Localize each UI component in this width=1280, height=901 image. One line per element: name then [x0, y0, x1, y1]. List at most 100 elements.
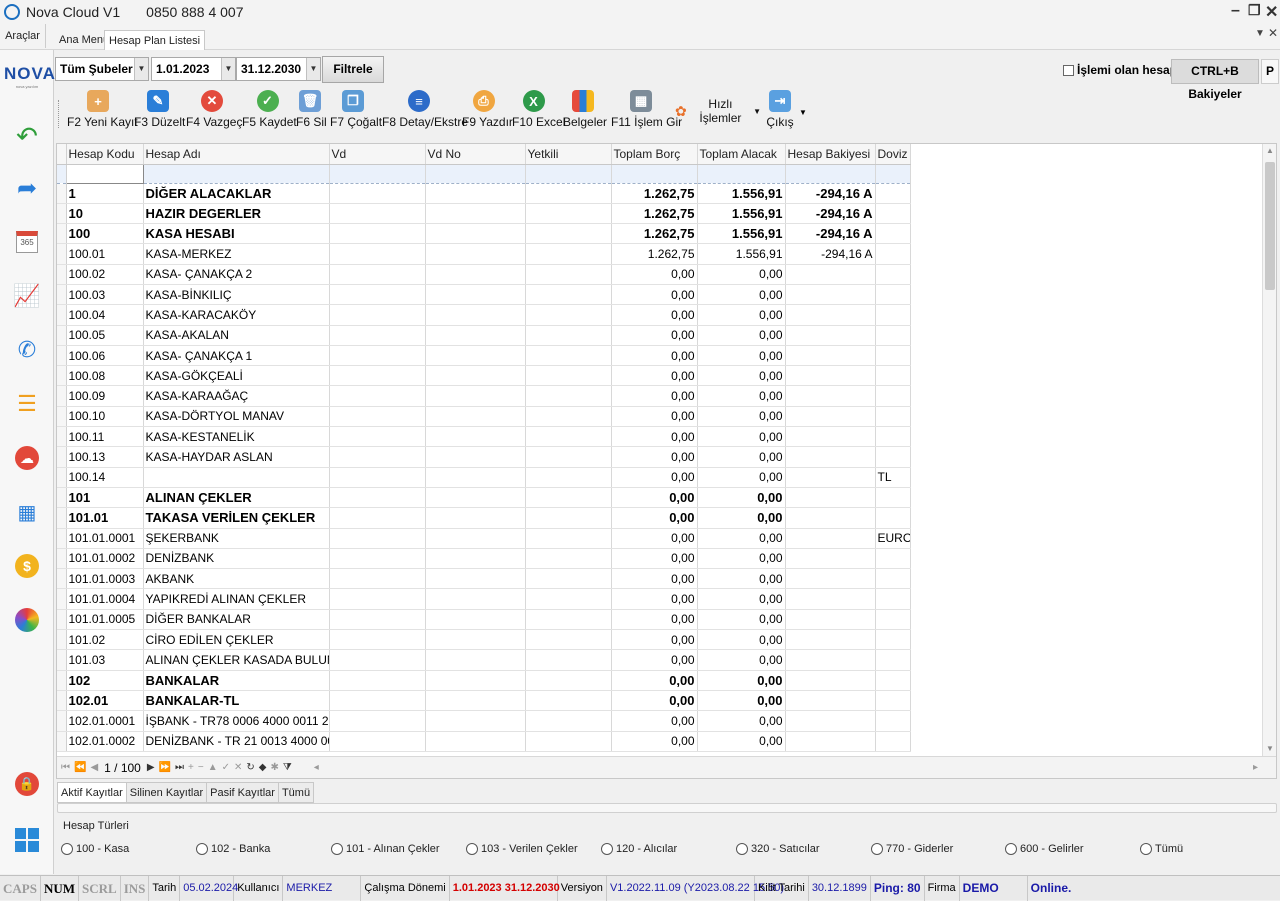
tab-aktif-kayitlar[interactable]: Aktif Kayıtlar [57, 782, 127, 803]
cell-hesap-bakiyesi[interactable] [785, 649, 876, 671]
filter-icon[interactable]: ⧩ [283, 762, 292, 773]
p-button[interactable]: P [1261, 59, 1279, 84]
cell-vd[interactable] [329, 365, 426, 387]
cell-hesap-bakiyesi[interactable] [785, 467, 876, 488]
cell-yetkili[interactable] [525, 731, 612, 752]
phone-24-icon[interactable]: ✆ [13, 336, 41, 364]
cell-toplam-borc[interactable]: 0,00 [611, 568, 698, 590]
cell-toplam-borc[interactable]: 0,00 [611, 345, 698, 367]
tab-hesap-plan-listesi[interactable]: Hesap Plan Listesi [104, 30, 206, 50]
cell-vd[interactable] [329, 629, 426, 651]
cell-yetkili[interactable] [525, 568, 612, 590]
cell-hesap-kodu[interactable]: 102 [66, 670, 144, 691]
cell-yetkili[interactable] [525, 588, 612, 610]
cell-vd[interactable] [329, 223, 426, 245]
cell-toplam-alacak[interactable]: 1.556,91 [697, 223, 786, 245]
cell-toplam-alacak[interactable]: 0,00 [697, 528, 786, 549]
cell-toplam-borc[interactable]: 0,00 [611, 528, 698, 549]
table-row[interactable]: 101.01.0003 AKBANK 0,00 0,00 [57, 568, 911, 590]
cell-hesap-adi[interactable]: ALINAN ÇEKLER KASADA BULUNDURULAN [143, 649, 330, 671]
cell-hesap-kodu[interactable]: 101.01 [66, 507, 144, 529]
detail-statement-button[interactable]: ≡ F8 Detay/Ekstre [382, 86, 468, 140]
cell-toplam-alacak[interactable]: 0,00 [697, 385, 786, 407]
cell-hesap-kodu[interactable]: 100.13 [66, 446, 144, 468]
cell-hesap-kodu[interactable]: 100.02 [66, 264, 144, 285]
araclar-menu[interactable]: Araçlar [0, 24, 46, 48]
cell-vd[interactable] [329, 203, 426, 225]
cell-doviz[interactable] [875, 568, 911, 590]
cell-hesap-adi[interactable] [143, 467, 330, 488]
cell-yetkili[interactable] [525, 629, 612, 651]
cell-toplam-alacak[interactable]: 1.556,91 [697, 243, 786, 265]
cell-vd-no[interactable] [425, 467, 526, 488]
cell-vd-no[interactable] [425, 264, 526, 285]
cell-vd-no[interactable] [425, 528, 526, 549]
cell-vd-no[interactable] [425, 731, 526, 752]
calendar-365-icon[interactable]: 365 [13, 228, 41, 256]
lock-icon[interactable]: 🔒 [13, 770, 41, 798]
table-row[interactable]: 101.01.0002 DENİZBANK 0,00 0,00 [57, 548, 911, 570]
radio-tumu[interactable]: Tümü [1140, 843, 1183, 855]
cell-yetkili[interactable] [525, 528, 612, 549]
cell-toplam-borc[interactable]: 0,00 [611, 548, 698, 570]
cell-toplam-borc[interactable]: 0,00 [611, 264, 698, 285]
cell-doviz[interactable] [875, 345, 911, 367]
cell-hesap-bakiyesi[interactable] [785, 507, 876, 529]
cell-hesap-adi[interactable]: YAPIKREDİ ALINAN ÇEKLER [143, 588, 330, 610]
cell-hesap-bakiyesi[interactable] [785, 588, 876, 610]
cell-hesap-adi[interactable]: KASA- ÇANAKÇA 1 [143, 345, 330, 367]
cell-vd-no[interactable] [425, 548, 526, 570]
cell-toplam-borc[interactable]: 0,00 [611, 487, 698, 509]
close-icon[interactable]: ✕ [1265, 2, 1278, 22]
radio-verilen-cekler[interactable]: 103 - Verilen Çekler [466, 843, 578, 855]
col-vd-no[interactable]: Vd No [425, 144, 526, 165]
radio-kasa[interactable]: 100 - Kasa [61, 843, 129, 855]
cell-hesap-bakiyesi[interactable] [785, 528, 876, 549]
cell-hesap-bakiyesi[interactable] [785, 406, 876, 428]
radio-gelirler[interactable]: 600 - Gelirler [1005, 843, 1084, 855]
cell-vd-no[interactable] [425, 365, 526, 387]
tab-close-icon[interactable]: ✕ [1268, 26, 1278, 40]
cell-yetkili[interactable] [525, 203, 612, 225]
cell-toplam-borc[interactable]: 0,00 [611, 446, 698, 468]
cell-hesap-kodu[interactable]: 100.06 [66, 345, 144, 367]
cell-vd[interactable] [329, 588, 426, 610]
table-row[interactable]: 101.01.0001 ŞEKERBANK 0,00 0,00 EURO [57, 528, 911, 549]
tab-tumu[interactable]: Tümü [278, 782, 315, 803]
table-row[interactable]: 100.09 KASA-KARAAĞAÇ 0,00 0,00 [57, 385, 911, 407]
edit-button[interactable]: ✎ F3 Düzelt [134, 86, 185, 140]
cell-hesap-kodu[interactable]: 101.01.0005 [66, 609, 144, 631]
cell-hesap-adi[interactable]: BANKALAR [143, 670, 330, 691]
cell-vd[interactable] [329, 446, 426, 468]
scroll-left-icon[interactable]: ◂ [314, 762, 319, 773]
radio-icon[interactable] [736, 843, 748, 855]
table-row[interactable]: 100.13 KASA-HAYDAR ASLAN 0,00 0,00 [57, 446, 911, 468]
cell-toplam-borc[interactable]: 0,00 [611, 365, 698, 387]
cell-doviz[interactable] [875, 710, 911, 732]
cell-yetkili[interactable] [525, 385, 612, 407]
cell-toplam-alacak[interactable]: 0,00 [697, 690, 786, 712]
cell-vd-no[interactable] [425, 203, 526, 225]
cell-vd[interactable] [329, 568, 426, 590]
exit-button[interactable]: ⇥ Çıkış [765, 86, 795, 140]
cell-hesap-bakiyesi[interactable] [785, 670, 876, 691]
table-row[interactable]: 100 KASA HESABI 1.262,75 1.556,91 -294,16 A [57, 223, 911, 245]
cell-vd[interactable] [329, 487, 426, 509]
cell-yetkili[interactable] [525, 609, 612, 631]
post-icon[interactable]: ✓ [222, 762, 230, 773]
table-row[interactable]: 102 BANKALAR 0,00 0,00 [57, 670, 911, 691]
cell-toplam-borc[interactable]: 0,00 [611, 406, 698, 428]
cell-vd[interactable] [329, 649, 426, 671]
table-row[interactable]: 100.08 KASA-GÖKÇEALİ 0,00 0,00 [57, 365, 911, 387]
filter-cell[interactable] [525, 164, 612, 184]
cell-doviz[interactable] [875, 629, 911, 651]
cell-toplam-alacak[interactable]: 0,00 [697, 304, 786, 326]
cell-vd[interactable] [329, 243, 426, 265]
cell-doviz[interactable] [875, 406, 911, 428]
cell-hesap-bakiyesi[interactable] [785, 731, 876, 752]
calendar-clock-icon[interactable]: ▦ [13, 498, 41, 526]
cell-hesap-adi[interactable]: KASA-KARAAĞAÇ [143, 385, 330, 407]
tab-silinen-kayitlar[interactable]: Silinen Kayıtlar [126, 782, 208, 803]
growth-chart-icon[interactable]: 📈 [13, 282, 41, 310]
radio-icon[interactable] [1140, 843, 1152, 855]
